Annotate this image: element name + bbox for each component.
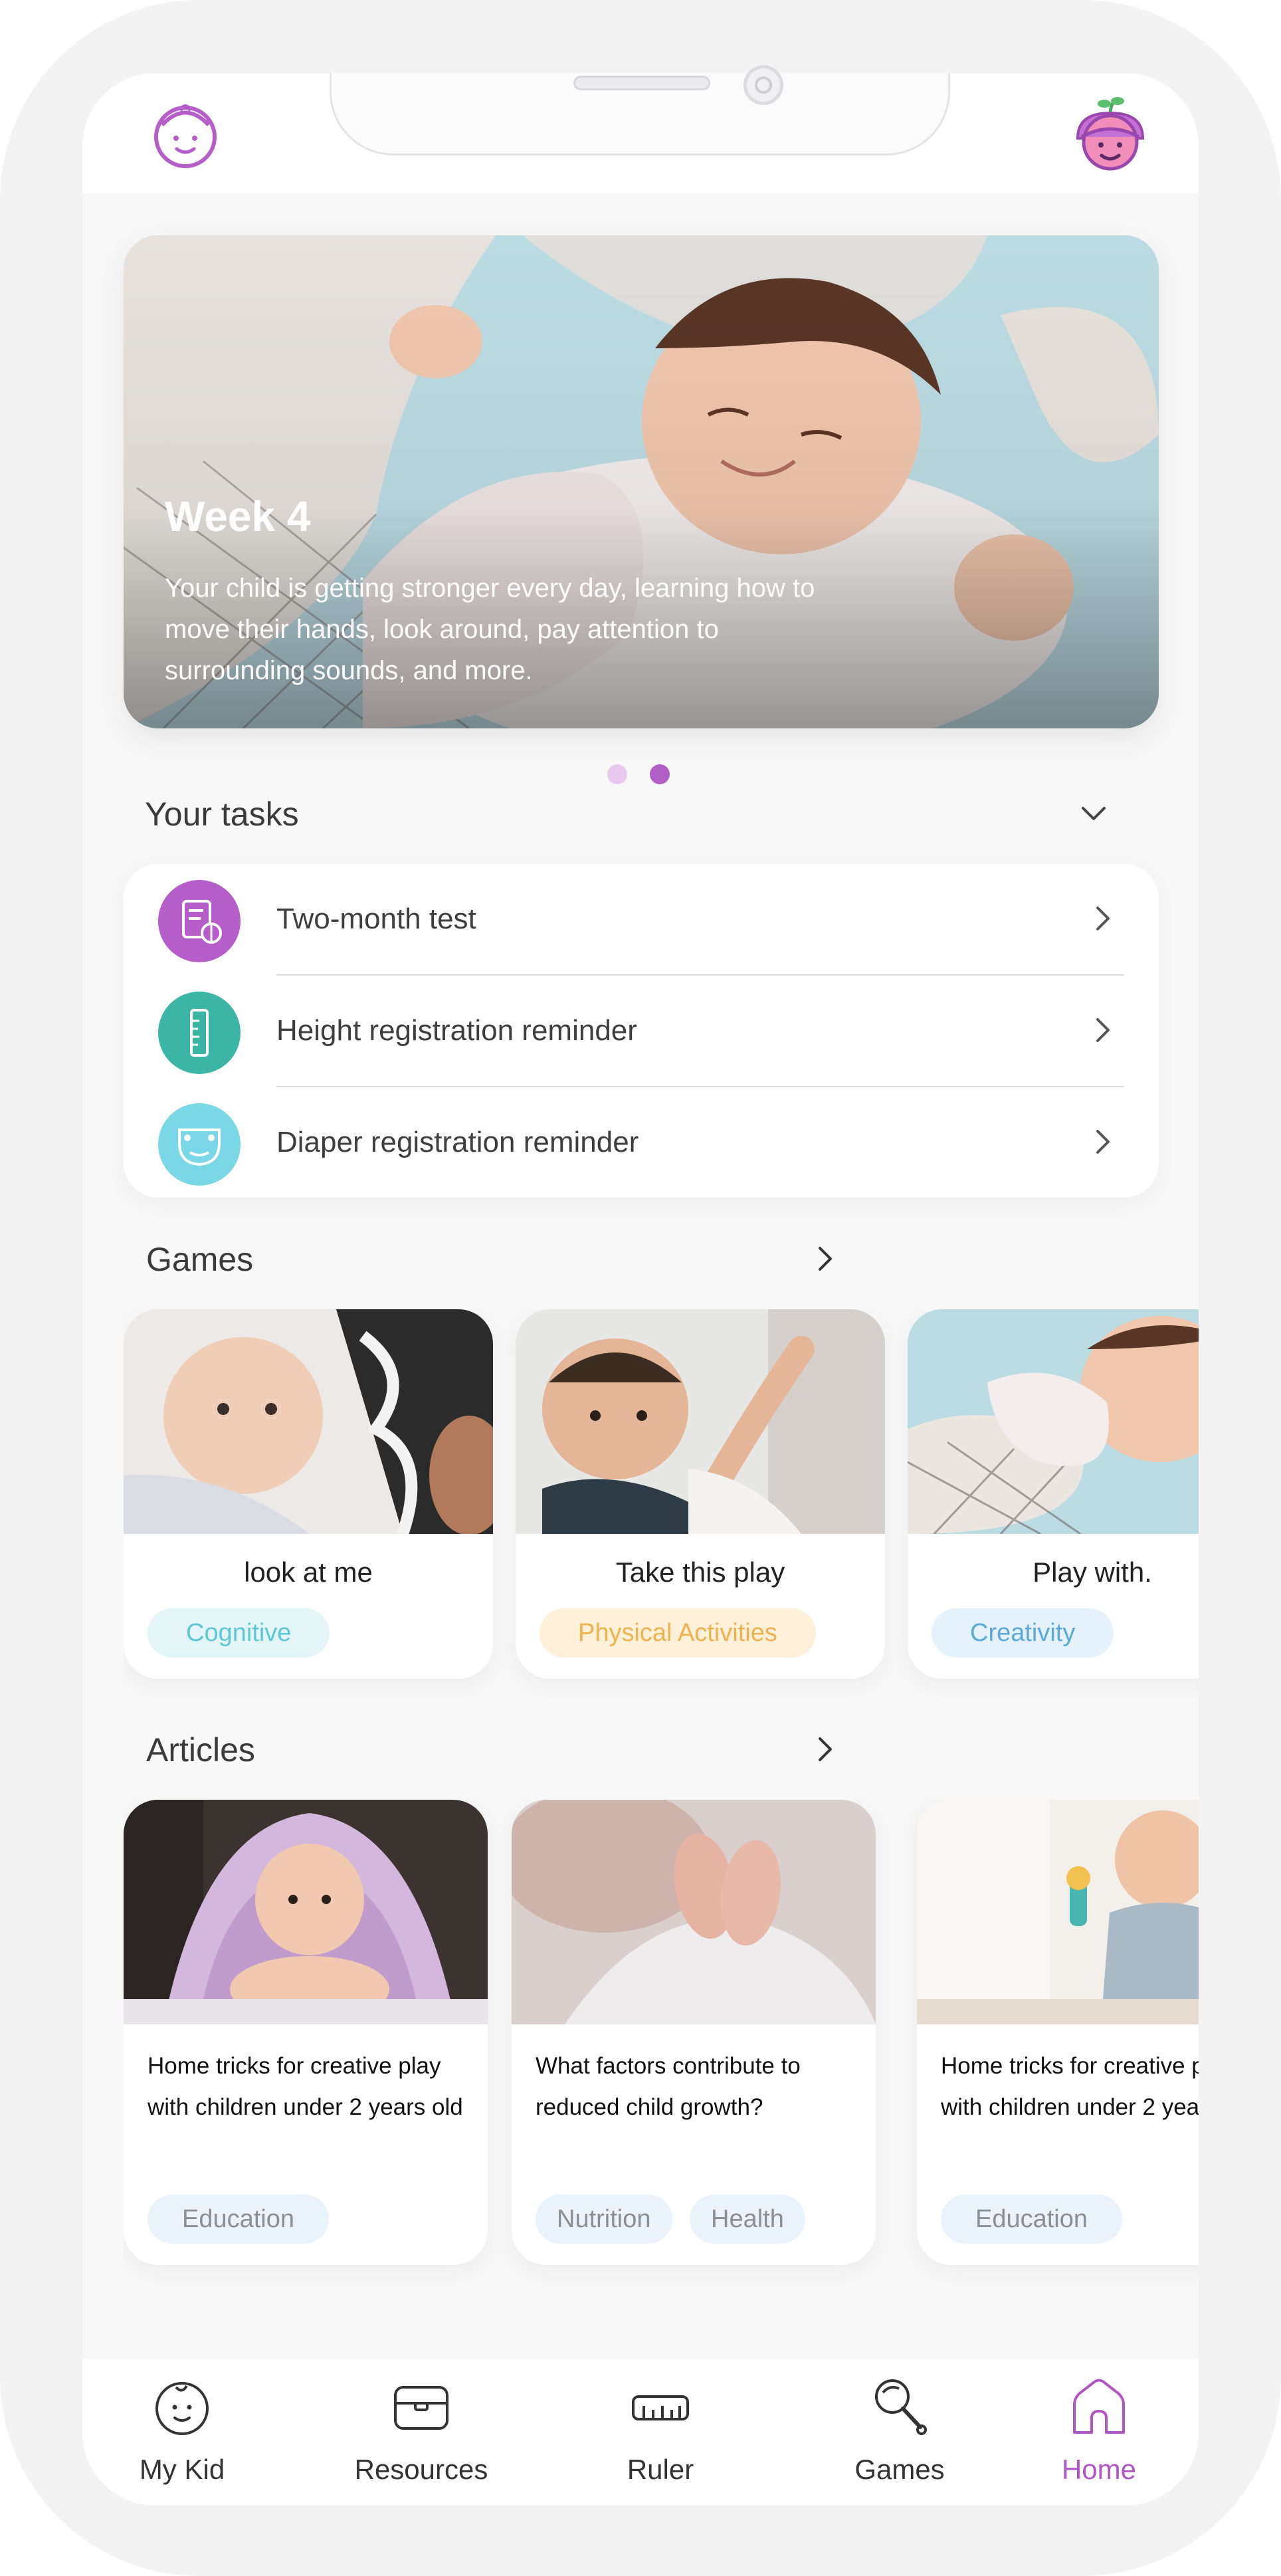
articles-see-all-chevron-icon[interactable] <box>811 1735 840 1764</box>
article-title: Home tricks for creative play with child… <box>941 2053 1199 2120</box>
game-photo <box>124 1309 493 1534</box>
articles-carousel[interactable]: Home tricks for creative play with child… <box>124 1800 1199 2292</box>
tab-label: Ruler <box>627 2454 694 2485</box>
article-photo <box>124 1800 488 2024</box>
tab-resources[interactable]: Resources <box>322 2359 521 2506</box>
carousel-dot-active[interactable] <box>650 764 670 784</box>
tab-home[interactable]: Home <box>999 2359 1199 2506</box>
games-title: Games <box>146 1241 254 1278</box>
task-label: Height registration reminder <box>276 1014 637 1047</box>
test-document-icon <box>158 880 241 962</box>
phone-notch <box>330 65 950 156</box>
article-tag: Nutrition <box>536 2195 672 2244</box>
app-screen: Week 4 Your child is getting stronger ev… <box>82 73 1199 2506</box>
article-title: What factors contribute to reduced child… <box>536 2053 801 2120</box>
game-card[interactable]: Take this play Physical Activities <box>516 1309 885 1679</box>
task-item-two-month-test[interactable]: Two-month test <box>124 864 1159 976</box>
front-camera <box>743 65 783 105</box>
game-photo <box>516 1309 885 1534</box>
speaker-grille <box>573 76 710 90</box>
games-see-all-chevron-icon[interactable] <box>811 1244 840 1273</box>
week-title: Week 4 <box>165 492 311 540</box>
chevron-down-icon[interactable] <box>1079 799 1108 828</box>
article-photo <box>917 1800 1199 2024</box>
tab-label: Home <box>1061 2454 1137 2485</box>
game-title: Play with. <box>1033 1556 1152 1588</box>
phone-frame: Week 4 Your child is getting stronger ev… <box>0 0 1281 2576</box>
week-description: Your child is getting stronger every day… <box>165 574 815 685</box>
article-photo <box>512 1800 876 2024</box>
game-card[interactable]: look at me Cognitive <box>124 1309 493 1679</box>
week-banner[interactable]: Week 4 Your child is getting stronger ev… <box>124 235 1159 728</box>
article-tag: Education <box>148 2195 330 2244</box>
carousel-dot[interactable] <box>607 764 627 784</box>
bottom-tab-bar: My Kid Resources Ruler Games Home <box>82 2359 1199 2506</box>
game-tag: Cognitive <box>148 1608 330 1658</box>
games-carousel[interactable]: look at me Cognitive Take this play Phys… <box>124 1309 1199 1708</box>
diaper-icon <box>158 1103 241 1186</box>
tab-label: Resources <box>354 2454 488 2485</box>
chevron-right-icon <box>1096 1130 1110 1154</box>
tab-games[interactable]: Games <box>800 2359 999 2506</box>
chevron-right-icon <box>1096 1018 1110 1042</box>
game-tag: Creativity <box>932 1608 1114 1658</box>
home-icon <box>1073 2379 1125 2434</box>
game-photo <box>908 1309 1199 1534</box>
task-label: Diaper registration reminder <box>276 1126 639 1158</box>
task-label: Two-month test <box>276 903 476 935</box>
article-card[interactable]: Home tricks for creative play with child… <box>917 1800 1199 2265</box>
tab-label: Games <box>854 2454 945 2485</box>
articles-title: Articles <box>146 1731 255 1769</box>
baby-face-icon <box>155 2382 209 2435</box>
article-card[interactable]: Home tricks for creative play with child… <box>124 1800 488 2265</box>
brain-baby-logo-icon[interactable] <box>1071 94 1149 173</box>
tab-ruler[interactable]: Ruler <box>561 2359 760 2506</box>
tab-label: My Kid <box>139 2454 225 2485</box>
game-title: Take this play <box>615 1556 785 1588</box>
game-card[interactable]: Play with. Creativity <box>908 1309 1199 1679</box>
article-card[interactable]: What factors contribute to reduced child… <box>512 1800 876 2265</box>
task-item-height-reminder[interactable]: Height registration reminder <box>124 976 1159 1087</box>
tasks-card: Two-month test Height registration remin… <box>124 864 1159 1198</box>
article-tag: Health <box>690 2195 805 2244</box>
article-title: Home tricks for creative play with child… <box>148 2053 463 2120</box>
baby-profile-icon[interactable] <box>149 97 222 170</box>
carousel-dots[interactable] <box>607 764 670 784</box>
box-icon <box>394 2386 448 2430</box>
chevron-right-icon <box>1096 907 1110 930</box>
tab-my-kid[interactable]: My Kid <box>82 2359 282 2506</box>
game-title: look at me <box>244 1556 373 1588</box>
task-item-diaper-reminder[interactable]: Diaper registration reminder <box>124 1087 1159 1199</box>
tasks-title: Your tasks <box>145 796 299 833</box>
ruler-icon <box>632 2395 689 2420</box>
article-tag: Education <box>941 2195 1123 2244</box>
ruler-icon <box>158 992 241 1074</box>
game-tag: Physical Activities <box>540 1608 816 1658</box>
rattle-icon <box>875 2379 927 2435</box>
